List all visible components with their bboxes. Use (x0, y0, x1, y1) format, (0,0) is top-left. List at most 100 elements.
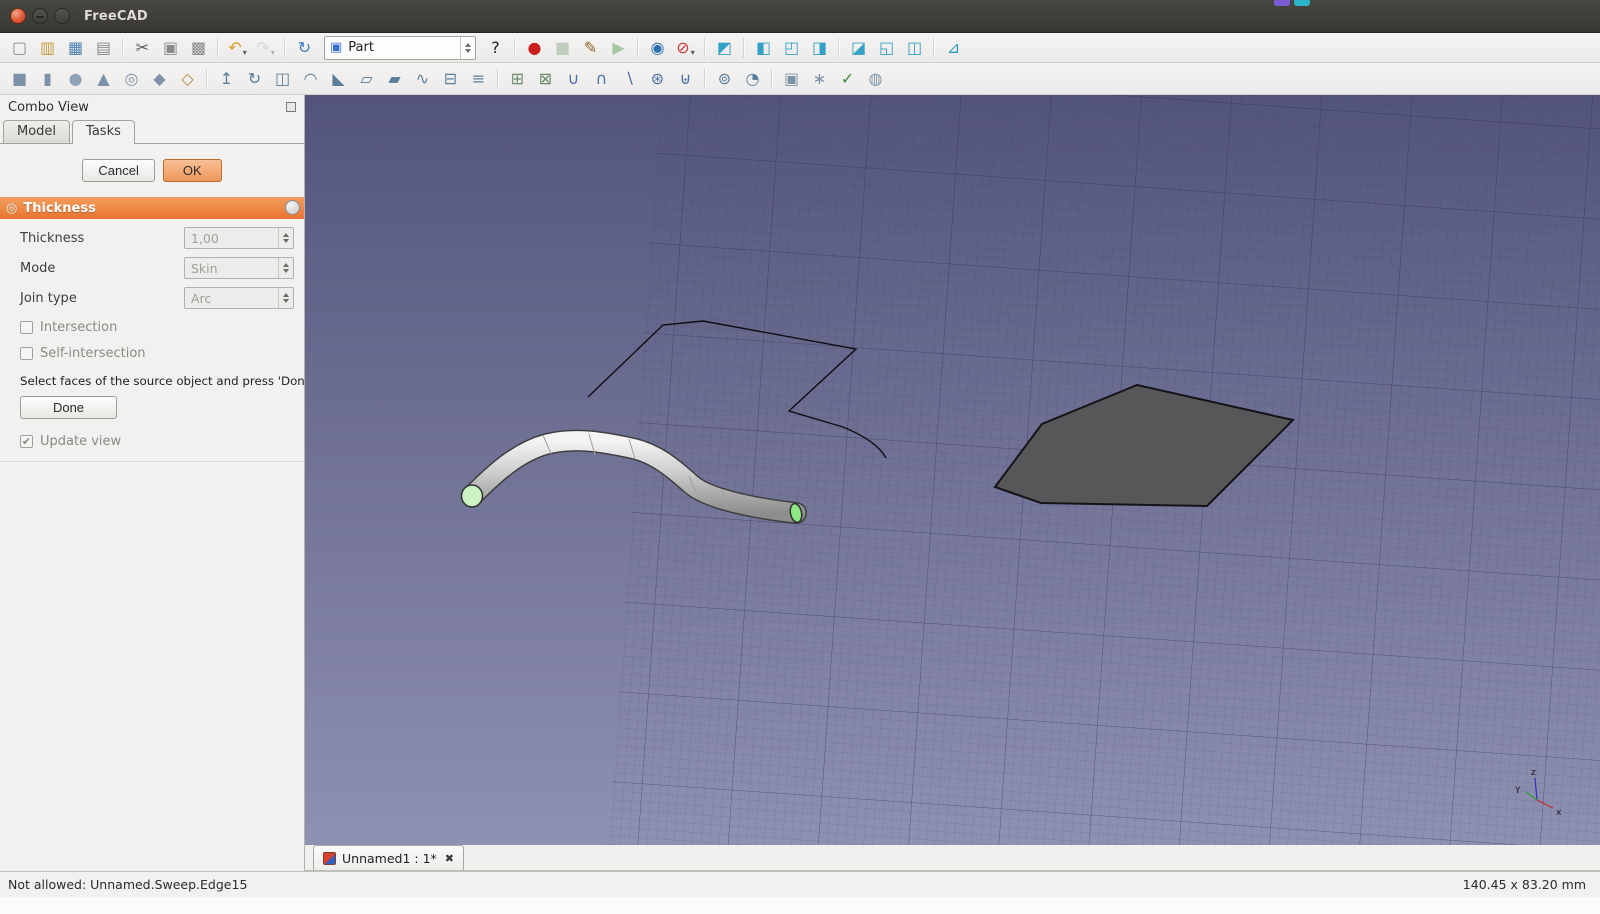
part-defeaturing-icon[interactable]: ◍ (862, 65, 889, 93)
part-box-icon[interactable]: ■ (6, 65, 33, 93)
maximize-button[interactable] (54, 8, 70, 24)
spinner-arrows-icon[interactable] (278, 228, 293, 248)
open-document-icon[interactable]: ▥ (34, 35, 61, 61)
minimize-button[interactable] (32, 8, 48, 24)
save-document-icon[interactable]: ▦ (62, 35, 89, 61)
combo-view-title: Combo View (8, 100, 89, 115)
main-toolbar: ▢ ▥ ▦ ▤ ✂ ▣ ▩ ↶ ▾ ↷ ▾ ↻ ▣ Part ? ● ■ ✎ ▶ ◉ ⊘ ▾ ◩ ◧ ◰ ◨ ◪ ◱ ◫ ⊿ (0, 33, 1600, 63)
toolbar-separator (704, 68, 706, 89)
thickness-label: Thickness (20, 230, 85, 246)
undo-icon[interactable]: ↶ ▾ (224, 35, 251, 61)
window-title: FreeCAD (84, 8, 148, 24)
titlebar[interactable]: FreeCAD (0, 0, 1600, 33)
toolbar-separator (743, 37, 745, 58)
join-type-select[interactable]: Arc (184, 287, 294, 309)
part-mirror-icon[interactable]: ◫ (269, 65, 296, 93)
tab-tasks[interactable]: Tasks (72, 120, 135, 144)
measure-distance-icon[interactable]: ⊿ (940, 35, 967, 61)
part-thickness-icon[interactable]: ◔ (739, 65, 766, 93)
view-right-icon[interactable]: ◨ (806, 35, 833, 61)
toolbar-separator (206, 68, 208, 89)
view-front-icon[interactable]: ◧ (750, 35, 777, 61)
part-cut-icon[interactable]: ∖ (616, 65, 643, 93)
part-sphere-icon[interactable]: ● (62, 65, 89, 93)
part-sweep-icon[interactable]: ∿ (409, 65, 436, 93)
part-compound-icon[interactable]: ⊞ (504, 65, 531, 93)
bottom-filler (0, 897, 1600, 914)
macro-execute-icon[interactable]: ▶ (605, 35, 632, 61)
section-help-icon[interactable] (285, 200, 300, 215)
panel-float-icon[interactable] (286, 102, 296, 112)
part-torus-icon[interactable]: ◎ (118, 65, 145, 93)
task-divider (0, 461, 304, 462)
combo-view-panel: Combo View Model Tasks Cancel OK ◎ Thick… (0, 95, 305, 871)
cut-icon[interactable]: ✂ (129, 35, 156, 61)
tray-indicator-icon (1294, 0, 1310, 6)
paste-icon[interactable]: ▩ (185, 35, 212, 61)
part-explode-compound-icon[interactable]: ⊠ (532, 65, 559, 93)
combo-arrows-icon[interactable] (460, 36, 475, 59)
redo-icon[interactable]: ↷ ▾ (252, 35, 279, 61)
intersection-checkbox[interactable]: Intersection (20, 320, 304, 335)
part-fillet-icon[interactable]: ◠ (297, 65, 324, 93)
thickness-section-header[interactable]: ◎ Thickness (0, 197, 304, 219)
part-offset-icon[interactable]: ⊚ (711, 65, 738, 93)
refresh-icon[interactable]: ↻ (291, 35, 318, 61)
macro-stop-icon[interactable]: ■ (549, 35, 576, 61)
workbench-selector[interactable]: ▣ Part (324, 35, 476, 60)
view-bottom-icon[interactable]: ◱ (873, 35, 900, 61)
tab-close-icon[interactable]: ✖ (445, 852, 454, 865)
part-union-icon[interactable]: ∪ (560, 65, 587, 93)
document-tabbar: Unnamed1 : 1* ✖ (305, 845, 1600, 871)
checkbox-icon (20, 321, 33, 334)
part-extrude-icon[interactable]: ↥ (213, 65, 240, 93)
workspace: z Y x Unnamed1 : 1* ✖ (305, 95, 1600, 871)
part-boolean-icon[interactable]: ⊛ (644, 65, 671, 93)
part-cross-sections-icon[interactable]: ≡ (465, 65, 492, 93)
macro-edit-icon[interactable]: ✎ (577, 35, 604, 61)
new-document-icon[interactable]: ▢ (6, 35, 33, 61)
view-top-icon[interactable]: ◰ (778, 35, 805, 61)
part-section-icon[interactable]: ⊟ (437, 65, 464, 93)
part-create-primitives-icon[interactable]: ◆ (146, 65, 173, 93)
part-cylinder-icon[interactable]: ▮ (34, 65, 61, 93)
thickness-input[interactable]: 1,00 (184, 227, 294, 249)
axis-x-label: x (1556, 808, 1562, 818)
combo-arrows-icon[interactable] (278, 258, 293, 278)
tube-end-cap[interactable] (460, 484, 484, 508)
ok-button[interactable]: OK (162, 159, 222, 182)
part-check-geometry-icon[interactable]: ✓ (834, 65, 861, 93)
print-icon[interactable]: ▤ (90, 35, 117, 61)
view-left-icon[interactable]: ◫ (901, 35, 928, 61)
mode-value: Skin (191, 260, 218, 276)
part-simple-copy-icon[interactable]: ▣ (778, 65, 805, 93)
part-common-icon[interactable]: ∩ (588, 65, 615, 93)
part-chamfer-icon[interactable]: ◣ (325, 65, 352, 93)
self-intersection-checkbox[interactable]: Self-intersection (20, 346, 304, 361)
part-cone-icon[interactable]: ▲ (90, 65, 117, 93)
view-rear-icon[interactable]: ◪ (845, 35, 872, 61)
copy-icon[interactable]: ▣ (157, 35, 184, 61)
update-view-checkbox[interactable]: ✔ Update view (20, 434, 304, 449)
part-shape-builder-icon[interactable]: ◇ (174, 65, 201, 93)
whats-this-icon[interactable]: ? (482, 35, 509, 61)
part-revolve-icon[interactable]: ↻ (241, 65, 268, 93)
part-refine-shape-icon[interactable]: ∗ (806, 65, 833, 93)
part-loft-icon[interactable]: ▰ (381, 65, 408, 93)
cancel-button[interactable]: Cancel (82, 159, 155, 182)
view-axonometric-icon[interactable]: ◩ (711, 35, 738, 61)
draw-style-icon[interactable]: ⊘ ▾ (672, 35, 699, 61)
close-button[interactable] (10, 8, 26, 24)
part-join-connect-icon[interactable]: ⊎ (672, 65, 699, 93)
part-ruled-surface-icon[interactable]: ▱ (353, 65, 380, 93)
3d-viewport[interactable]: z Y x (305, 95, 1600, 845)
toolbar-separator (284, 37, 286, 58)
done-button[interactable]: Done (20, 396, 117, 419)
mode-select[interactable]: Skin (184, 257, 294, 279)
view-fit-all-icon[interactable]: ◉ (644, 35, 671, 61)
combo-arrows-icon[interactable] (278, 288, 293, 308)
macro-record-icon[interactable]: ● (521, 35, 548, 61)
part-toolbar: ■ ▮ ● ▲ ◎ ◆ ◇ ↥ ↻ ◫ ◠ ◣ ▱ ▰ ∿ ⊟ ≡ ⊞ ⊠ ∪ ∩ ∖ ⊛ ⊎ ⊚ ◔ ▣ ∗ ✓ ◍ (0, 63, 1600, 95)
tab-model[interactable]: Model (3, 120, 71, 143)
document-tab[interactable]: Unnamed1 : 1* ✖ (313, 845, 464, 870)
